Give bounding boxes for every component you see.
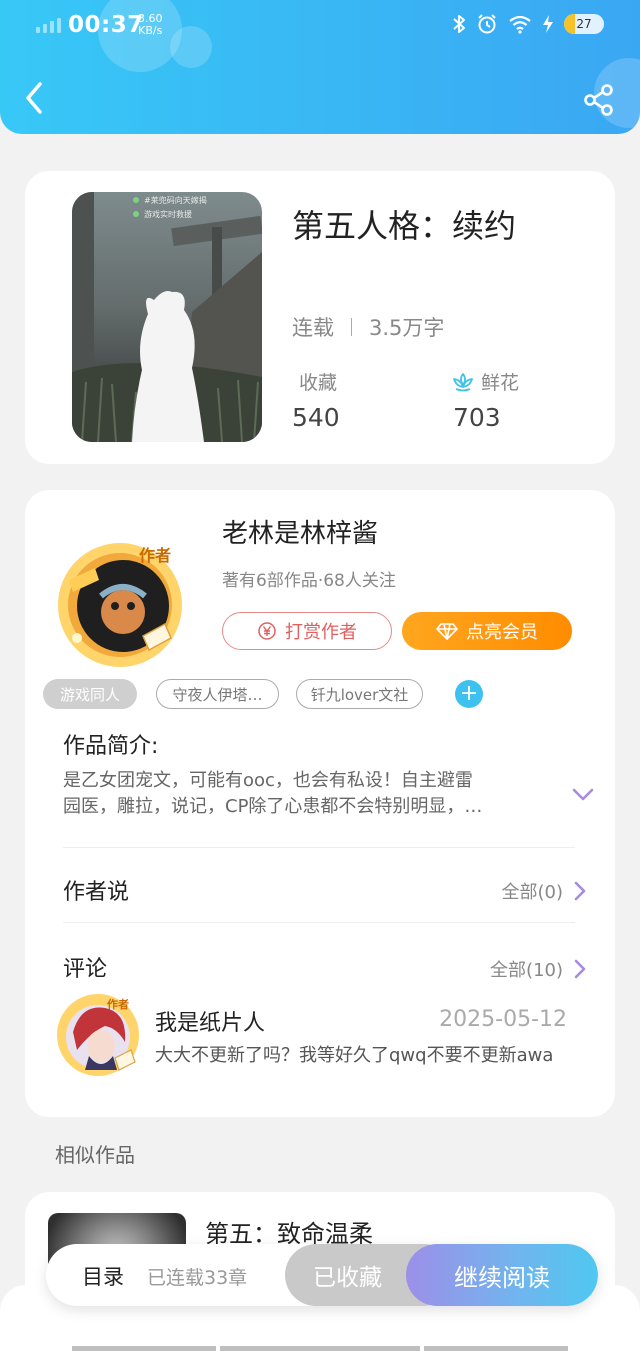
status-icons: 27 — [452, 13, 604, 35]
nav-indicator — [220, 1346, 420, 1351]
comment-date: 2025-05-12 — [439, 1007, 567, 1032]
flowers-count: 703 — [453, 403, 501, 432]
toc-button[interactable]: 目录 — [82, 1261, 124, 1291]
divider — [351, 318, 352, 336]
book-info-card: #莱兜码向天嫁揭 游戏实时救援 第五人格：续约 连载 3.5万字 收藏 540 … — [25, 171, 615, 464]
chevron-right-icon — [574, 959, 586, 979]
comments-all-link[interactable]: 全部(10) — [490, 956, 587, 982]
speed-unit: KB/s — [138, 24, 163, 37]
top-header: 00:37 3.60 KB/s 27 — [0, 0, 640, 134]
back-button[interactable] — [20, 80, 50, 116]
commenter-name[interactable]: 我是纸片人 — [155, 1005, 265, 1037]
continue-reading-button[interactable]: 继续阅读 — [406, 1244, 598, 1306]
author-says-all-link[interactable]: 全部(0) — [502, 878, 588, 904]
battery-indicator: 27 — [564, 14, 604, 34]
tip-author-label: 打赏作者 — [285, 622, 357, 643]
chevron-right-icon — [574, 881, 586, 901]
divider — [63, 922, 575, 923]
charging-icon — [543, 15, 553, 33]
status-bar: 00:37 3.60 KB/s 27 — [36, 10, 604, 40]
cover-art — [72, 192, 262, 442]
collected-label: 已收藏 — [313, 1265, 382, 1291]
vip-label: 点亮会员 — [466, 622, 538, 643]
flower-icon — [453, 372, 473, 391]
divider — [63, 847, 575, 848]
favorites-count: 540 — [292, 403, 340, 432]
continue-reading-label: 继续阅读 — [454, 1263, 550, 1292]
signal-icon — [36, 18, 61, 33]
vip-button[interactable]: 点亮会员 — [402, 612, 572, 650]
nav-indicator — [424, 1346, 568, 1351]
yen-coin-icon — [258, 622, 276, 640]
chapter-count: 已连载33章 — [147, 1267, 248, 1289]
cover-caption: #莱兜码向天嫁揭 — [144, 196, 207, 205]
comments-all-label: 全部(10) — [490, 960, 563, 981]
tag-chip[interactable]: 守夜人伊塔… — [156, 679, 279, 709]
comment-text: 大大不更新了吗？我等好久了qwq不要不更新awa — [155, 1045, 554, 1066]
diamond-icon — [436, 623, 458, 640]
word-count: 3.5万字 — [369, 316, 445, 340]
battery-percent: 27 — [576, 17, 592, 31]
chevron-left-icon — [26, 82, 42, 114]
author-detail-card: 作者 老林是林梓酱 著有6部作品·68人关注 打赏作者 点亮会员 游戏同人 守夜… — [25, 490, 615, 1117]
alarm-icon — [478, 14, 496, 34]
author-says-heading: 作者说 — [63, 880, 130, 905]
book-status-row: 连载 3.5万字 — [292, 312, 444, 342]
tag-chip[interactable]: 游戏同人 — [43, 679, 137, 709]
intro-line: 是乙女团宠文，可能有ooc，也会有私设！自主避雷 — [63, 770, 473, 791]
comments-heading: 评论 — [63, 957, 108, 982]
similar-heading: 相似作品 — [55, 1143, 135, 1167]
flowers-stat[interactable]: 鲜花 — [451, 368, 519, 395]
share-icon — [584, 84, 613, 116]
bluetooth-icon — [453, 15, 465, 33]
intro-heading: 作品简介: — [63, 734, 159, 759]
intro-text: 是乙女团宠文，可能有ooc，也会有私设！自主避雷 园医，雕拉，说记，CP除了心患… — [63, 768, 553, 820]
flowers-label: 鲜花 — [481, 372, 520, 394]
book-title: 第五人格：续约 — [292, 207, 517, 245]
bottom-action-bar: 目录 已连载33章 已收藏 继续阅读 — [46, 1244, 598, 1306]
author-avatar[interactable]: 作者 — [55, 540, 185, 670]
author-stats: 著有6部作品·68人关注 — [222, 571, 396, 591]
status-time: 00:37 — [68, 12, 144, 38]
commenter-badge: 作者 — [107, 998, 129, 1011]
tip-author-button[interactable]: 打赏作者 — [222, 612, 392, 650]
author-badge: 作者 — [139, 546, 172, 565]
intro-line: 园医，雕拉，说记，CP除了心患都不会特别明显，… — [63, 796, 483, 817]
cover-caption: 游戏实时救援 — [144, 210, 192, 219]
chevron-down-icon[interactable] — [571, 786, 595, 804]
wifi-icon — [509, 15, 531, 34]
favorites-label: 收藏 — [299, 372, 338, 394]
author-name[interactable]: 老林是林梓酱 — [222, 513, 378, 550]
nav-indicator — [72, 1346, 216, 1351]
serial-status: 连载 — [292, 316, 334, 340]
network-speed: 3.60 KB/s — [138, 13, 163, 37]
tag-chip[interactable]: 钎九lover文社 — [296, 679, 423, 709]
book-cover[interactable]: #莱兜码向天嫁揭 游戏实时救援 — [72, 192, 262, 442]
author-says-all-label: 全部(0) — [501, 882, 564, 903]
commenter-avatar[interactable]: 作者 — [55, 992, 141, 1078]
battery-fill — [564, 14, 575, 34]
add-tag-button[interactable]: + — [455, 680, 483, 708]
share-button[interactable] — [582, 83, 616, 117]
